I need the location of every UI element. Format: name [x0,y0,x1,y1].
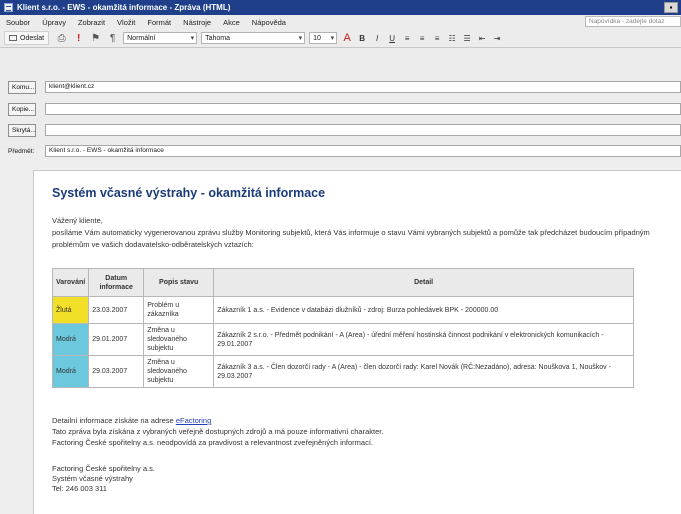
menu-akce[interactable]: Akce [223,18,240,27]
send-button[interactable]: Odeslat [4,31,50,45]
footer-prefix: Detailní informace získáte na adrese [52,416,174,425]
detail-cell: Zákazník 1 a.s. - Evidence v databázi dl… [213,296,634,324]
window-title: Klient s.r.o. - EWS - okamžitá informace… [17,3,231,12]
align-center-icon[interactable]: ≡ [416,32,428,45]
footer-line-1: Detailní informace získáte na adrese eFa… [52,415,383,426]
signature-phone: Tel: 246 003 311 [52,484,107,493]
style-select[interactable]: Normální [123,32,198,44]
envelope-icon [9,35,17,41]
to-button[interactable]: Komu... [8,81,36,94]
warning-level-cell: Modrá [51,355,90,388]
cc-button[interactable]: Kopie... [8,103,36,116]
message-greeting: Vážený kliente, [52,216,103,225]
print-icon[interactable]: ⎙ [55,32,68,45]
window-control-buttons[interactable]: ▪ [664,2,678,13]
menu-napoveda[interactable]: Nápověda [252,18,286,27]
subject-label: Předmět: [8,148,35,155]
bcc-button[interactable]: Skrytá... [8,124,36,137]
help-search-input[interactable]: Napovídka - zadejte dotaz [585,16,681,27]
to-row: Komu... [8,81,36,94]
send-label: Odeslat [20,34,45,42]
state-cell: Změna u sledovaného subjektu [143,323,215,356]
message-heading: Systém včasné výstrahy - okamžitá inform… [52,186,326,200]
menu-nastroje[interactable]: Nástroje [183,18,211,27]
font-color-icon[interactable]: A [341,32,353,45]
italic-button[interactable]: I [371,32,383,45]
mail-app-icon [4,3,13,12]
bcc-field[interactable] [45,124,681,136]
state-cell: Problém u zákazníka [143,296,215,324]
increase-indent-icon[interactable]: ⇥ [491,32,503,45]
message-header: Komu... klient@klient.cz Kopie... Skrytá… [0,48,681,157]
bcc-row: Skrytá... [8,124,36,137]
signature-service: Systém včasné výstrahy [52,474,133,483]
status-table: Varování Datum informace Popis stavu Det… [51,268,634,388]
date-cell: 29.03.2007 [88,355,145,388]
table-row: Modrá 29.01.2007 Změna u sledovaného sub… [51,323,634,356]
menu-soubor[interactable]: Soubor [6,18,30,27]
importance-high-icon[interactable]: ! [72,32,85,45]
title-bar: Klient s.r.o. - EWS - okamžitá informace… [0,0,681,15]
align-right-icon[interactable]: ≡ [431,32,443,45]
footer-line-3: Factoring České spořitelny a.s. neodpoví… [52,438,373,447]
font-select[interactable]: Tahoma [201,32,306,44]
subject-row: Předmět: [8,145,34,158]
warning-level-cell: Modrá [51,323,90,356]
cc-field[interactable] [45,103,681,115]
warning-level-cell: Žlutá [51,296,90,324]
table-row: Žlutá 23.03.2007 Problém u zákazníka Zák… [51,296,634,324]
bullet-list-icon[interactable]: ☰ [461,32,473,45]
underline-button[interactable]: U [386,32,398,45]
menu-zobrazit[interactable]: Zobrazit [78,18,105,27]
signature-company: Factoring České spořitelny a.s. [52,464,155,473]
date-cell: 23.03.2007 [88,296,145,324]
table-row: Modrá 29.03.2007 Změna u sledovaného sub… [51,355,634,388]
cc-row: Kopie... [8,103,36,116]
font-size-select[interactable]: 10 [309,32,338,44]
detail-cell: Zákazník 2 s.r.o. - Předmět podnikání - … [213,323,634,356]
bold-button[interactable]: B [356,32,368,45]
subject-field[interactable]: Klient s.r.o. - EWS - okamžitá informace [45,145,681,157]
email-compose-window: Klient s.r.o. - EWS - okamžitá informace… [0,0,681,514]
decrease-indent-icon[interactable]: ⇤ [476,32,488,45]
menu-format[interactable]: Formát [147,18,171,27]
menu-vlozit[interactable]: Vložit [117,18,135,27]
signature: Factoring České spořitelny a.s. Systém v… [52,464,155,494]
numbered-list-icon[interactable]: ☷ [446,32,458,45]
header-detail: Detail [213,268,634,297]
header-date: Datum informace [88,268,145,297]
header-warning: Varování [51,268,90,297]
date-cell: 29.01.2007 [88,323,145,356]
menu-upravy[interactable]: Úpravy [42,18,66,27]
message-footer: Detailní informace získáte na adrese eFa… [52,415,383,448]
header-state: Popis stavu [143,268,215,297]
state-cell: Změna u sledovaného subjektu [143,355,215,388]
detail-cell: Zákazník 3 a.s. - Člen dozorčí rady - A … [213,355,634,388]
status-table-header: Varování Datum informace Popis stavu Det… [51,268,634,297]
footer-line-2: Tato zpráva byla získána z vybraných veř… [52,427,384,436]
align-left-icon[interactable]: ≡ [401,32,413,45]
message-intro: posíláme Vám automaticky vygenerovanou z… [52,228,650,249]
style-icon: ¶ [109,32,116,44]
to-field[interactable]: klient@klient.cz [45,81,681,93]
menu-bar: Soubor Úpravy Zobrazit Vložit Formát Nás… [0,15,681,29]
formatting-toolbar: Odeslat ⎙ ! ⚑ ¶ Normální Tahoma 10 A B I… [0,29,681,48]
flag-icon[interactable]: ⚑ [89,32,102,45]
efactoring-link[interactable]: eFactoring [176,416,211,425]
